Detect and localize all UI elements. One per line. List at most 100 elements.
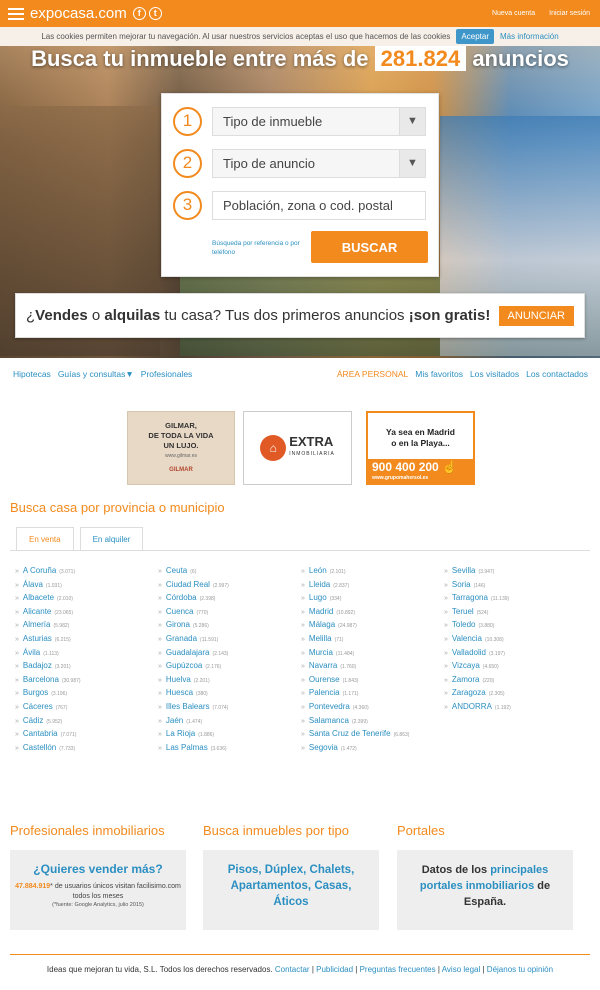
provincia-link[interactable]: Alicante(23.065) (15, 606, 158, 620)
tipo-link[interactable]: Casas (314, 880, 348, 892)
provincia-link[interactable]: A Coruña(3.071) (15, 565, 158, 579)
provincia-link[interactable]: Murcia(11.484) (301, 647, 444, 661)
tab-en-alquiler[interactable]: En alquiler (79, 527, 144, 551)
extra-sub: INMOBILIARIA (289, 451, 335, 457)
poblacion-input[interactable]: Población, zona o cod. postal (212, 190, 426, 220)
nav-profesionales[interactable]: Profesionales (141, 369, 193, 379)
provincia-link[interactable]: Toledo(3.880) (444, 619, 587, 633)
provincia-link[interactable]: Girona(5.286) (158, 619, 301, 633)
footer-link[interactable]: Aviso legal (442, 965, 481, 974)
provincia-link[interactable]: Sevilla(3.947) (444, 565, 587, 579)
provincia-link[interactable]: Cáceres(767) (15, 701, 158, 715)
provincia-link[interactable]: Soria(146) (444, 579, 587, 593)
provincia-link[interactable]: Málaga(24.987) (301, 619, 444, 633)
tipo-link[interactable]: Áticos (273, 896, 308, 908)
provincia-link[interactable]: Albacete(2.010) (15, 592, 158, 606)
provincia-link[interactable]: Segovia(1.472) (301, 742, 444, 756)
provincia-link[interactable]: Castellón(7.733) (15, 742, 158, 756)
logo-text[interactable]: expocasa.com (30, 5, 127, 22)
nav-contactados[interactable]: Los contactados (526, 369, 588, 379)
tipo-link[interactable]: Chalets (310, 864, 352, 876)
tipo-anuncio-select[interactable]: Tipo de anuncio ▼ (212, 148, 426, 178)
provincias-column: Sevilla(3.947)Soria(146)Tarragona(11.139… (444, 565, 587, 755)
chevron-down-icon[interactable]: ▼ (399, 107, 425, 135)
nueva-cuenta-link[interactable]: Nueva cuenta (492, 10, 535, 17)
provincia-link[interactable]: Madrid(10.892) (301, 606, 444, 620)
provincia-link[interactable]: Lugo(334) (301, 592, 444, 606)
nav-favoritos[interactable]: Mis favoritos (415, 369, 463, 379)
provincia-link[interactable]: Cádiz(5.952) (15, 715, 158, 729)
provincia-link[interactable]: ANDORRA(1.192) (444, 701, 587, 715)
iniciar-sesion-link[interactable]: Iniciar sesión (549, 10, 590, 17)
footer-link[interactable]: Contactar (275, 965, 310, 974)
buscar-button[interactable]: BUSCAR (311, 231, 428, 263)
profesionales-box[interactable]: ¿Quieres vender más? 47.884.919* de usua… (10, 850, 186, 930)
nav-hipotecas[interactable]: Hipotecas (13, 369, 51, 379)
mahersol-ad[interactable]: Ya sea en Madrid o en la Playa... 900 40… (366, 411, 475, 485)
provincia-link[interactable]: Valencia(10.308) (444, 633, 587, 647)
provincia-link[interactable]: Melilla(71) (301, 633, 444, 647)
poblacion-placeholder: Población, zona o cod. postal (223, 197, 393, 213)
menu-icon[interactable] (8, 7, 24, 20)
provincia-link[interactable]: Santa Cruz de Tenerife(6.863) (301, 728, 444, 742)
provincia-link[interactable]: Salamanca(2.399) (301, 715, 444, 729)
provincia-link[interactable]: León(2.101) (301, 565, 444, 579)
provincia-link[interactable]: Asturias(6.215) (15, 633, 158, 647)
nav-visitados[interactable]: Los visitados (470, 369, 519, 379)
provincia-link[interactable]: Córdoba(2.398) (158, 592, 301, 606)
provincia-link[interactable]: Huelva(2.201) (158, 674, 301, 688)
provincia-link[interactable]: Ciudad Real(2.997) (158, 579, 301, 593)
provincia-link[interactable]: Las Palmas(3.636) (158, 742, 301, 756)
facebook-icon[interactable]: f (132, 7, 146, 20)
provincia-link[interactable]: Guadalajara(2.143) (158, 647, 301, 661)
tab-en-venta[interactable]: En venta (16, 527, 74, 551)
provincia-link[interactable]: Ourense(1.843) (301, 674, 444, 688)
tipo-link[interactable]: Dúplex (265, 864, 303, 876)
provincia-link[interactable]: Ceuta(6) (158, 565, 301, 579)
pro-desc: * de usuarios únicos visitan facilisimo.… (50, 883, 181, 900)
provincia-link[interactable]: Palencia(1.171) (301, 687, 444, 701)
provincia-link[interactable]: Vizcaya(4.650) (444, 660, 587, 674)
provincia-link[interactable]: Navarra(1.760) (301, 660, 444, 674)
provincia-link[interactable]: Almería(5.982) (15, 619, 158, 633)
provincia-link[interactable]: Gupúzcoa(2.176) (158, 660, 301, 674)
provincia-link[interactable]: Badajoz(3.201) (15, 660, 158, 674)
provincia-link[interactable]: Teruel(524) (444, 606, 587, 620)
tipo-link[interactable]: Pisos (228, 864, 259, 876)
footer-link[interactable]: Preguntas frecuentes (360, 965, 436, 974)
provincia-link[interactable]: La Rioja(1.886) (158, 728, 301, 742)
provincia-link[interactable]: Valladolid(3.197) (444, 647, 587, 661)
provincia-link[interactable]: Burgos(3.196) (15, 687, 158, 701)
provincia-link[interactable]: Zamora(220) (444, 674, 587, 688)
provincia-link[interactable]: Granada(11.591) (158, 633, 301, 647)
tipo-inmueble-select[interactable]: Tipo de inmueble ▼ (212, 106, 426, 136)
anunciar-button[interactable]: ANUNCIAR (498, 305, 574, 326)
provincia-link[interactable]: Lleida(2.837) (301, 579, 444, 593)
more-info-link[interactable]: Más información (500, 32, 559, 41)
provincia-link[interactable]: Cantabria(7.071) (15, 728, 158, 742)
provincia-link[interactable]: Ávila(1.113) (15, 647, 158, 661)
provincia-count: (4.650) (482, 664, 499, 671)
nav-area-personal[interactable]: ÁREA PERSONAL (337, 369, 408, 379)
gilmar-ad[interactable]: GILMAR, DE TODA LA VIDA UN LUJO. www.gil… (127, 411, 235, 485)
footer-link[interactable]: Déjanos tu opinión (487, 965, 553, 974)
pro-question[interactable]: ¿Quieres vender más? (10, 862, 186, 876)
chevron-down-icon[interactable]: ▼ (399, 149, 425, 177)
extra-ad[interactable]: ⌂ EXTRA INMOBILIARIA (243, 411, 352, 485)
provincia-link[interactable]: Jaén(1.474) (158, 715, 301, 729)
nav-guias[interactable]: Guías y consultas▼ (58, 369, 134, 379)
footer-link[interactable]: Publicidad (316, 965, 353, 974)
provincia-link[interactable]: Huesca(380) (158, 687, 301, 701)
ref-search-link[interactable]: Búsqueda por referencia o por teléfono (212, 239, 302, 257)
twitter-icon[interactable]: t (148, 7, 162, 20)
provincia-link[interactable]: Illes Balears(7.074) (158, 701, 301, 715)
provincia-link[interactable]: Álava(1.031) (15, 579, 158, 593)
provincia-link[interactable]: Tarragona(11.139) (444, 592, 587, 606)
provincia-link[interactable]: Barcelona(30.987) (15, 674, 158, 688)
logo[interactable]: expocasa.com f t (8, 5, 162, 22)
provincia-link[interactable]: Zaragoza(2.305) (444, 687, 587, 701)
accept-cookies-button[interactable]: Aceptar (456, 29, 494, 44)
provincia-link[interactable]: Pontevedra(4.360) (301, 701, 444, 715)
tipo-link[interactable]: Apartamentos (231, 880, 308, 892)
provincia-link[interactable]: Cuenca(770) (158, 606, 301, 620)
